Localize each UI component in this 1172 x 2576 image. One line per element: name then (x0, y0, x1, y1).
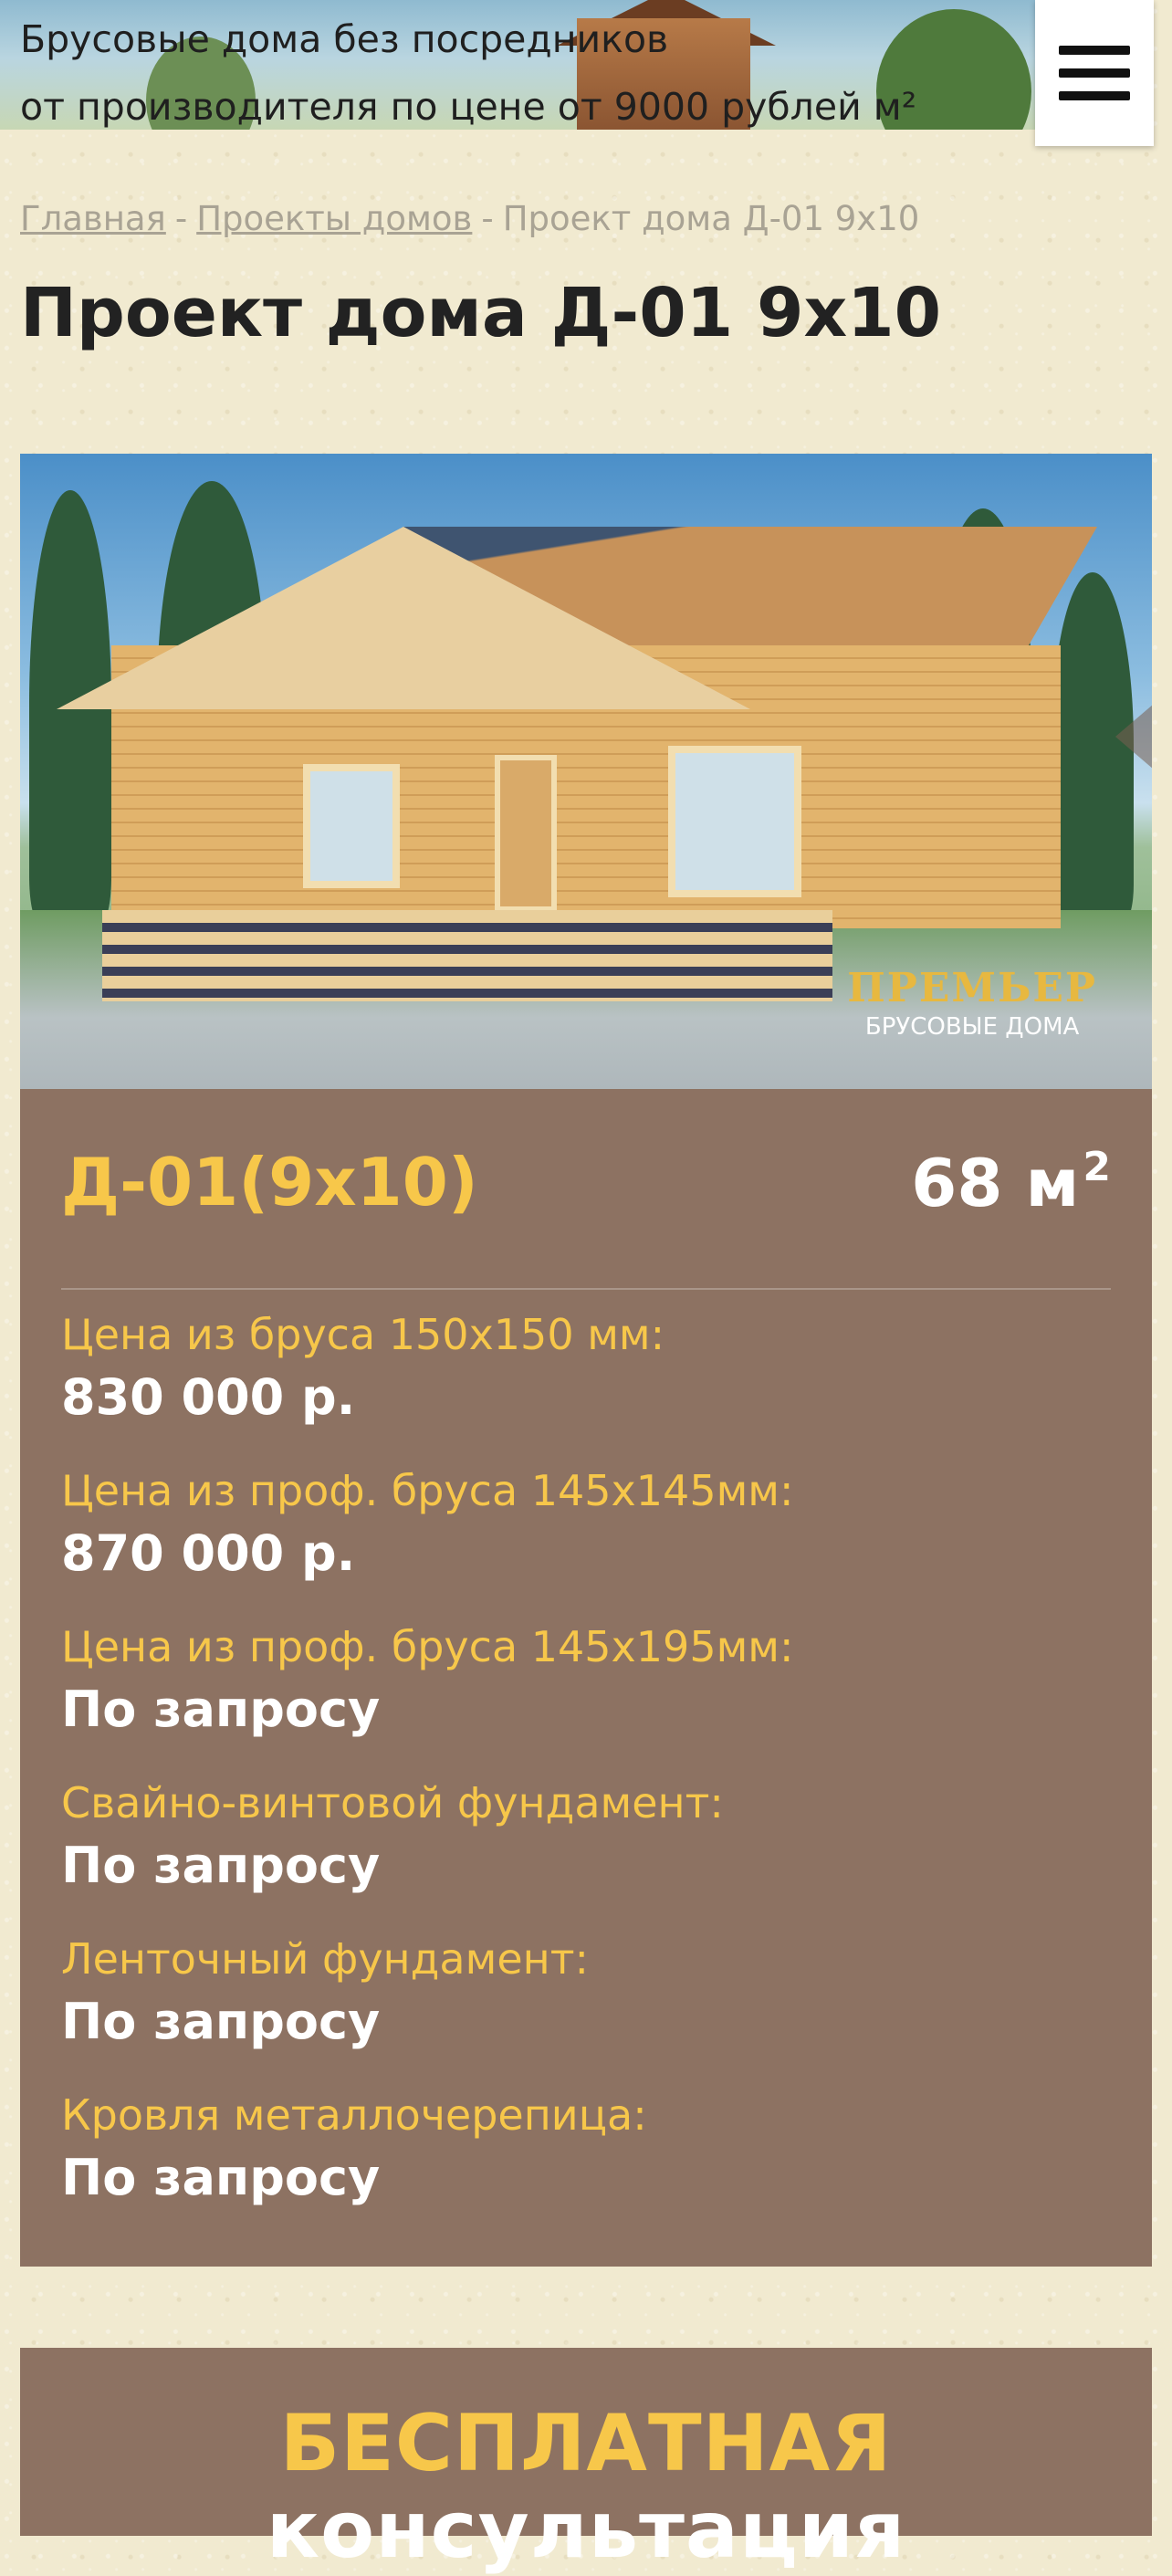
breadcrumb-home-link[interactable]: Главная (20, 199, 166, 238)
price-row: Цена из проф. бруса 145х145мм: 870 000 р… (61, 1455, 1111, 1611)
breadcrumb-current: Проект дома Д-01 9х10 (502, 199, 920, 238)
price-value: 870 000 р. (61, 1524, 356, 1582)
hamburger-menu-icon-bar (1059, 68, 1130, 78)
photo-gable (57, 527, 750, 709)
consultation-title-line1: БЕСПЛАТНАЯ (279, 2398, 893, 2489)
consultation-block: БЕСПЛАТНАЯ консультация (20, 2348, 1152, 2576)
photo-logo: ПРЕМЬЕР БРУСОВЫЕ ДОМА (847, 965, 1097, 1041)
card-area: 68 м2 (911, 1144, 1111, 1221)
price-row: Ленточный фундамент: По запросу (61, 1923, 1111, 2079)
photo-tree (1052, 572, 1134, 919)
price-list: Цена из бруса 150х150 мм: 830 000 р. Цен… (61, 1299, 1111, 2236)
photo-window (668, 746, 801, 897)
card-area-value: 68 м (911, 1145, 1080, 1221)
price-label: Ленточный фундамент: (61, 1934, 589, 1984)
price-label: Цена из проф. бруса 145х145мм: (61, 1466, 794, 1515)
header-tagline: Брусовые дома без посредников от произво… (20, 5, 916, 130)
price-label: Свайно-винтовой фундамент: (61, 1778, 724, 1827)
card-divider (61, 1288, 1111, 1290)
price-row: Цена из бруса 150х150 мм: 830 000 р. (61, 1299, 1111, 1455)
breadcrumb-separator: - (174, 199, 188, 238)
price-label: Цена из бруса 150х150 мм: (61, 1310, 665, 1359)
price-row: Кровля металлочерепица: По запросу (61, 2079, 1111, 2236)
photo-steps (102, 910, 832, 1001)
price-value: По запросу (61, 2149, 381, 2206)
price-value: По запросу (61, 1681, 381, 1738)
card-model: Д-01(9х10) (61, 1144, 478, 1220)
header-banner: Брусовые дома без посредников от произво… (0, 0, 1035, 130)
price-label: Кровля металлочерепица: (61, 2090, 647, 2140)
breadcrumb-separator: - (481, 199, 494, 238)
card-area-unit-sup: 2 (1083, 1144, 1111, 1190)
breadcrumb-projects-link[interactable]: Проекты домов (196, 199, 472, 238)
hamburger-menu-icon-bar (1059, 91, 1130, 100)
price-value: По запросу (61, 1993, 381, 2050)
price-row: Свайно-винтовой фундамент: По запросу (61, 1767, 1111, 1923)
consultation-title-line2: консультация (266, 2485, 906, 2576)
photo-logo-sub: БРУСОВЫЕ ДОМА (864, 1013, 1080, 1041)
header-tagline-line2: от производителя по цене от 9000 рублей … (20, 85, 917, 129)
price-value: По запросу (61, 1837, 381, 1894)
price-label: Цена из проф. бруса 145х195мм: (61, 1622, 794, 1671)
breadcrumb: Главная - Проекты домов - Проект дома Д-01 9… (20, 199, 919, 238)
header-tagline-line1: Брусовые дома без посредников (20, 17, 669, 61)
photo-logo-name: ПРЕМЬЕР (847, 965, 1097, 1011)
price-card: Д-01(9х10) 68 м2 Цена из бруса 150х150 м… (20, 1089, 1152, 2267)
house-photo[interactable]: ПРЕМЬЕР БРУСОВЫЕ ДОМА (20, 454, 1152, 1089)
photo-window (303, 764, 400, 888)
photo-door (495, 755, 557, 912)
hamburger-menu-icon (1059, 46, 1130, 55)
price-row: Цена из проф. бруса 145х195мм: По запрос… (61, 1611, 1111, 1767)
page-title: Проект дома Д-01 9х10 (20, 274, 942, 352)
price-value: 830 000 р. (61, 1368, 356, 1426)
menu-button[interactable] (1035, 0, 1154, 146)
